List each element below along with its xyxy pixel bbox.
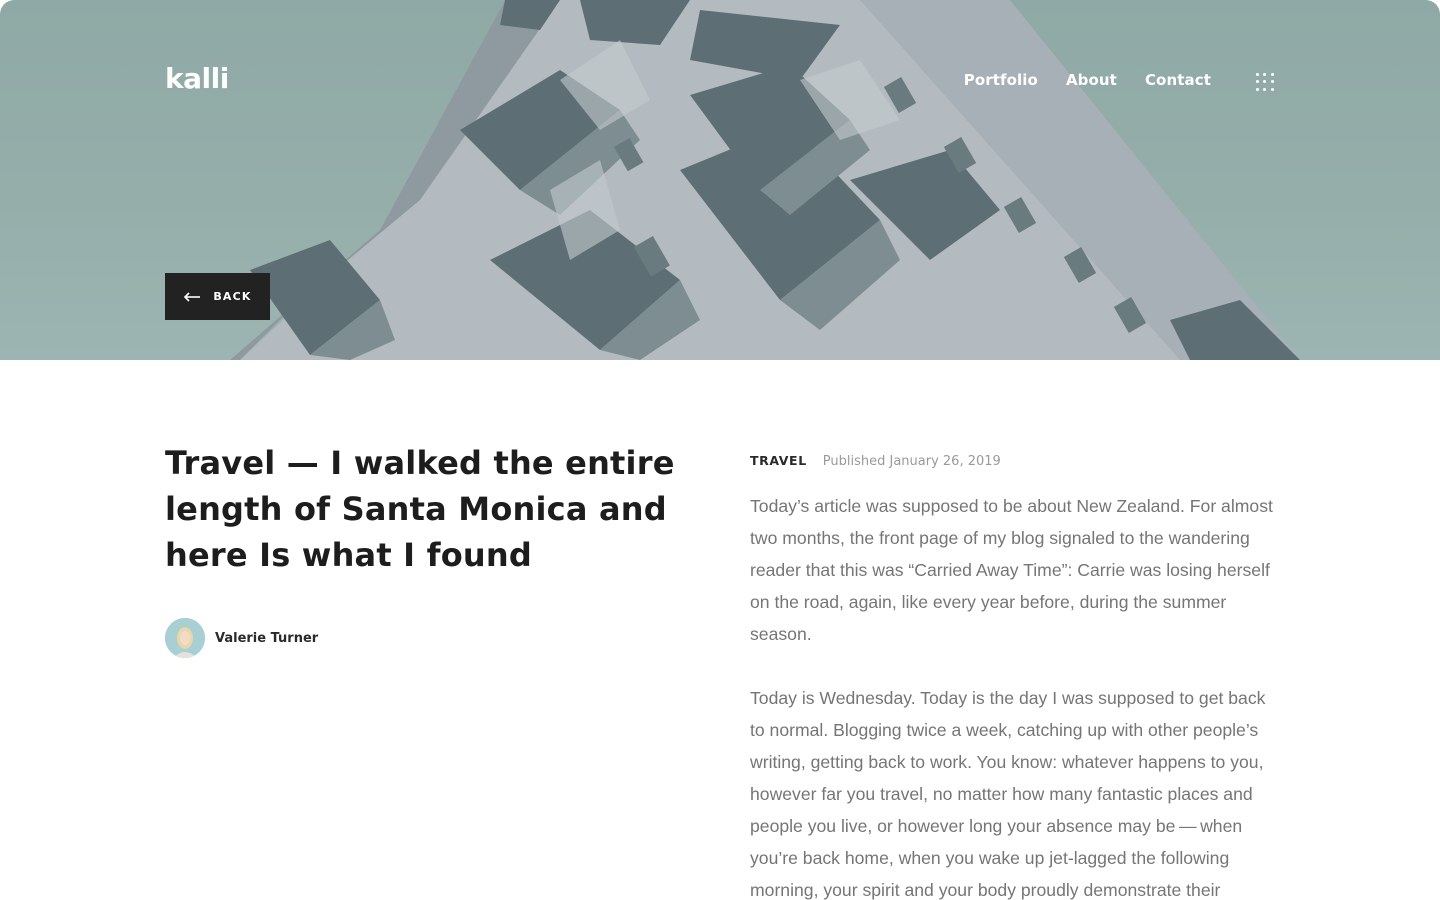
nav-contact-link[interactable]: Contact (1145, 71, 1211, 89)
article-paragraph: Today is Wednesday. Today is the day I w… (750, 688, 1266, 900)
article-paragraph: Today’s article was supposed to be about… (750, 496, 1273, 644)
main-nav: Portfolio About Contact (964, 71, 1211, 89)
site-logo[interactable]: kalli (165, 62, 229, 95)
article-body: Today’s article was supposed to be about… (750, 490, 1280, 900)
publish-date: Published January 26, 2019 (822, 454, 1001, 469)
back-button[interactable]: BACK (165, 273, 270, 320)
back-button-label: BACK (213, 290, 252, 303)
grid-menu-icon[interactable] (1254, 71, 1276, 93)
page: kalli Portfolio About Contact BACK Trave… (0, 0, 1440, 900)
author-block[interactable]: Valerie Turner (165, 618, 318, 658)
author-name: Valerie Turner (215, 630, 319, 646)
hero-banner: kalli Portfolio About Contact BACK (0, 0, 1440, 360)
nav-about-link[interactable]: About (1066, 71, 1117, 89)
nav-portfolio-link[interactable]: Portfolio (964, 71, 1038, 89)
avatar (165, 618, 205, 658)
article-title: Travel — I walked the entire length of S… (165, 444, 675, 574)
category-link[interactable]: TRAVEL (750, 453, 807, 468)
article-meta: TRAVEL Published January 26, 2019 (750, 453, 1001, 469)
arrow-left-icon (184, 291, 201, 302)
